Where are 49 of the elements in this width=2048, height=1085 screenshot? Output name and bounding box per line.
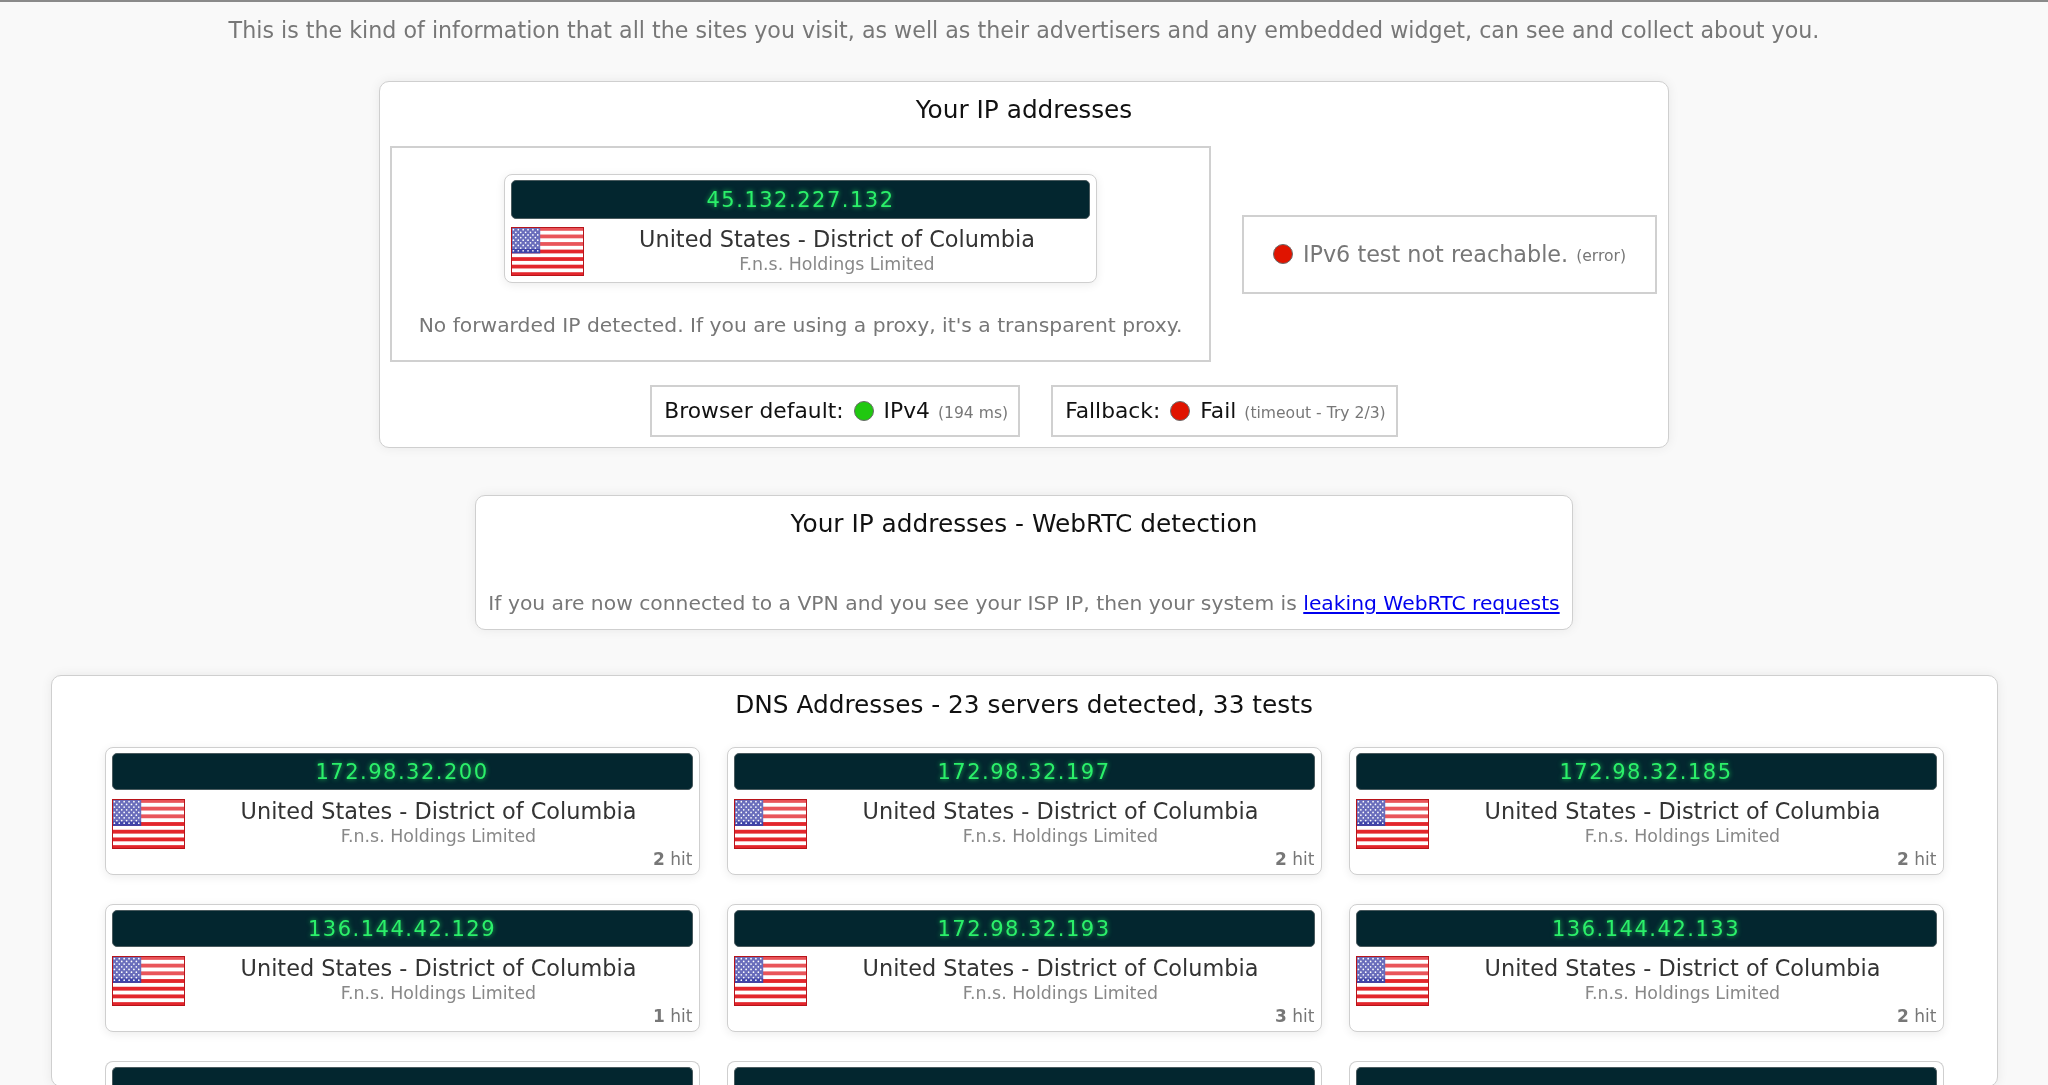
location-text: United States - District of Columbia (862, 956, 1259, 980)
test-label: Browser default: (664, 398, 844, 424)
flag-icon (733, 799, 807, 849)
ipv6-note: (error) (1576, 246, 1627, 266)
hit-count: 2 hit (1897, 850, 1937, 868)
hit-count: 2 hit (653, 850, 693, 868)
ip-address: 136.144.42.133 (1552, 915, 1740, 942)
ip-address: 136.144.42.129 (308, 915, 496, 942)
intro-text: This is the kind of information that all the sites you visit, as well as their advertisers and any embedded widget, can see and collect about you. (228, 17, 1820, 43)
test-result: Fail (1200, 398, 1237, 424)
isp-name: F.n.s. Holdings Limited (739, 254, 935, 274)
location-text: United States - District of Columbia (862, 799, 1259, 823)
location-text: United States - District of Columbia (240, 956, 637, 980)
hit-count: 1 hit (653, 1007, 693, 1025)
ip-address: 172.98.32.200 (315, 758, 489, 785)
test-note: (194 ms) (937, 403, 1009, 423)
isp-name: F.n.s. Holdings Limited (340, 826, 537, 846)
ip-address: 172.98.32.193 (937, 915, 1111, 942)
webrtc-leak-link[interactable]: leaking WebRTC requests (1303, 591, 1560, 615)
flag-icon (1355, 799, 1429, 849)
test-label: Fallback: (1065, 398, 1161, 424)
isp-name: F.n.s. Holdings Limited (962, 983, 1159, 1003)
ip-address: 172.98.32.197 (937, 758, 1111, 785)
ipv6-message: IPv6 test not reachable. (1302, 241, 1569, 267)
test-result: IPv4 (883, 398, 930, 424)
isp-name: F.n.s. Holdings Limited (962, 826, 1159, 846)
panel-title: Your IP addresses - WebRTC detection (790, 510, 1258, 538)
flag-icon (511, 227, 584, 276)
isp-name: F.n.s. Holdings Limited (340, 983, 537, 1003)
webrtc-note: If you are now connected to a VPN and you see your ISP IP, then your system is leaking WebRTC requests (488, 591, 1560, 615)
hit-count: 2 hit (1897, 1007, 1937, 1025)
location-text: United States - District of Columbia (639, 227, 1035, 251)
isp-name: F.n.s. Holdings Limited (1584, 826, 1781, 846)
flag-icon (111, 956, 185, 1006)
test-note: (timeout - Try 2/3) (1244, 403, 1386, 423)
panel-title: Your IP addresses (915, 96, 1133, 124)
flag-icon (733, 956, 807, 1006)
ip-address: 172.98.32.185 (1559, 758, 1733, 785)
location-text: United States - District of Columbia (240, 799, 637, 823)
forwarded-ip-note: No forwarded IP detected. If you are using a proxy, it's a transparent proxy. (418, 313, 1183, 337)
location-text: United States - District of Columbia (1484, 799, 1881, 823)
ip-address: 45.132.227.132 (706, 186, 895, 213)
isp-name: F.n.s. Holdings Limited (1584, 983, 1781, 1003)
hit-count: 2 hit (1275, 850, 1315, 868)
flag-icon (1355, 956, 1429, 1006)
hit-count: 3 hit (1275, 1007, 1315, 1025)
location-text: United States - District of Columbia (1484, 956, 1881, 980)
panel-title: DNS Addresses - 23 servers detected, 33 tests (735, 691, 1313, 719)
flag-icon (111, 799, 185, 849)
